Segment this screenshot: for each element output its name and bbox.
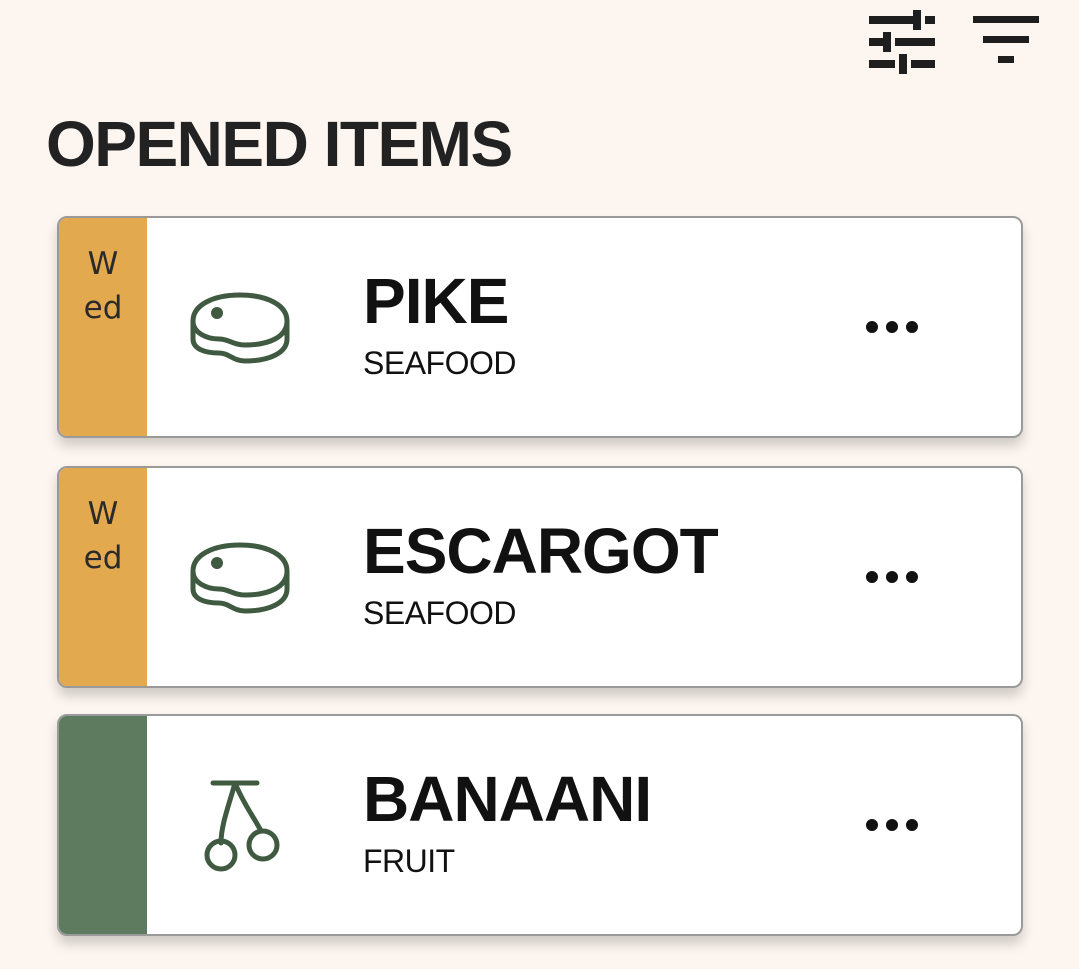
item-info: PIKE SEAFOOD [333, 218, 865, 436]
item-category: FRUIT [363, 843, 455, 879]
item-category: SEAFOOD [363, 595, 516, 631]
more-icon [866, 571, 918, 583]
day-strip [59, 716, 147, 934]
item-info: ESCARGOT SEAFOOD [333, 468, 865, 686]
item-info: BANAANI FRUIT [333, 716, 865, 934]
item-name: ESCARGOT [363, 515, 719, 587]
meat-icon [147, 218, 333, 436]
day-strip: Wed [59, 468, 147, 686]
page: OPENED ITEMS Wed PIKE SEAFOOD Wed ESCARGOT SE… [0, 0, 1079, 969]
sliders-icon [869, 10, 935, 74]
more-icon [866, 819, 918, 831]
item-card[interactable]: BANAANI FRUIT [57, 714, 1023, 936]
item-category: SEAFOOD [363, 345, 516, 381]
more-button[interactable] [865, 468, 985, 686]
filter-icon [973, 16, 1039, 63]
day-label: Wed [83, 246, 123, 326]
day-strip: Wed [59, 218, 147, 436]
day-label: Wed [83, 496, 123, 576]
meat-icon [147, 468, 333, 686]
page-title: OPENED ITEMS [46, 108, 513, 180]
item-name: BANAANI [363, 763, 652, 835]
item-name: PIKE [363, 265, 509, 337]
filter-button[interactable] [971, 10, 1041, 74]
adjust-button[interactable] [867, 10, 937, 74]
item-card[interactable]: Wed ESCARGOT SEAFOOD [57, 466, 1023, 688]
more-button[interactable] [865, 716, 985, 934]
item-card[interactable]: Wed PIKE SEAFOOD [57, 216, 1023, 438]
more-button[interactable] [865, 218, 985, 436]
item-list: Wed PIKE SEAFOOD Wed ESCARGOT SEAFOOD BANAANI F… [57, 216, 1023, 964]
toolbar [867, 10, 1041, 74]
more-icon [866, 321, 918, 333]
cherry-icon [147, 716, 333, 934]
